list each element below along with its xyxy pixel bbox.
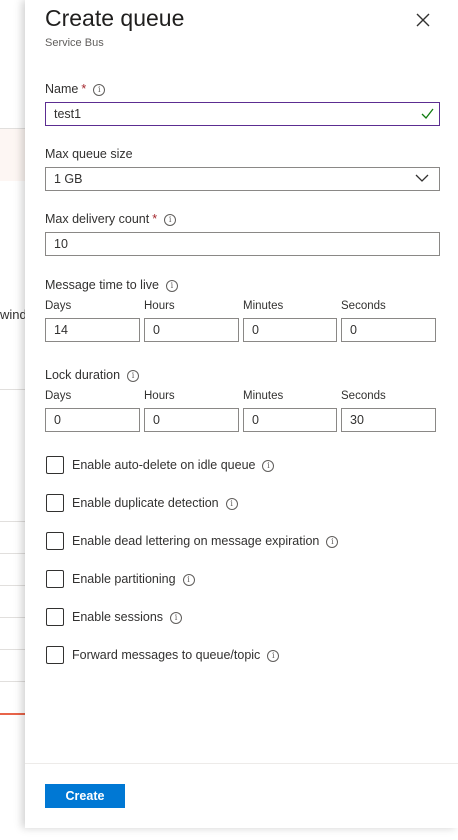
footer-divider	[25, 763, 458, 764]
partitioning-label: Enable partitioning i	[72, 572, 195, 586]
auto-delete-label-text: Enable auto-delete on idle queue	[72, 458, 256, 472]
checkmark-icon	[421, 108, 434, 119]
background-divider	[0, 681, 25, 682]
background-text: winde	[0, 307, 25, 322]
background-divider	[0, 585, 25, 586]
name-label: Name * i	[45, 82, 106, 96]
chevron-down-icon	[415, 174, 429, 182]
create-button[interactable]: Create	[45, 784, 125, 808]
info-icon[interactable]: i	[170, 612, 183, 624]
sessions-label-text: Enable sessions	[72, 610, 164, 624]
forward-messages-checkbox[interactable]	[46, 646, 64, 664]
max-queue-size-value: 1 GB	[54, 172, 83, 186]
lock-seconds-label: Seconds	[341, 390, 386, 402]
panel-subtitle: Service Bus	[45, 37, 104, 49]
dead-lettering-label: Enable dead lettering on message expirat…	[72, 534, 339, 548]
name-input[interactable]: test1	[45, 102, 440, 126]
ttl-seconds-input[interactable]: 0	[341, 318, 436, 342]
lock-hours-label: Hours	[144, 390, 175, 402]
auto-delete-label: Enable auto-delete on idle queue i	[72, 458, 275, 472]
max-delivery-count-label-text: Max delivery count	[45, 212, 150, 226]
ttl-seconds-label: Seconds	[341, 300, 386, 312]
ttl-minutes-label: Minutes	[243, 300, 284, 312]
background-page: winde	[0, 0, 25, 840]
sessions-label: Enable sessions i	[72, 610, 183, 624]
info-icon[interactable]: i	[127, 370, 140, 382]
ttl-minutes-input[interactable]: 0	[243, 318, 337, 342]
background-divider	[0, 553, 25, 554]
lock-hours-input[interactable]: 0	[144, 408, 239, 432]
info-icon[interactable]: i	[225, 498, 238, 510]
info-icon[interactable]: i	[165, 280, 178, 292]
lock-days-label: Days	[45, 390, 72, 402]
partitioning-label-text: Enable partitioning	[72, 572, 176, 586]
info-icon[interactable]: i	[182, 574, 195, 586]
background-banner	[0, 128, 25, 181]
max-queue-size-label: Max queue size	[45, 147, 133, 161]
lock-duration-label-text: Lock duration	[45, 368, 121, 382]
required-asterisk: *	[152, 212, 158, 226]
info-icon[interactable]: i	[262, 460, 275, 472]
lock-minutes-input[interactable]: 0	[243, 408, 337, 432]
name-input-value: test1	[54, 107, 82, 121]
max-delivery-count-value: 10	[54, 237, 68, 251]
lock-days-input[interactable]: 0	[45, 408, 140, 432]
info-icon[interactable]: i	[267, 650, 280, 662]
info-icon[interactable]: i	[326, 536, 339, 548]
duplicate-detection-label: Enable duplicate detection i	[72, 496, 238, 510]
duplicate-detection-checkbox[interactable]	[46, 494, 64, 512]
forward-messages-label: Forward messages to queue/topic i	[72, 648, 280, 662]
ttl-hours-label: Hours	[144, 300, 175, 312]
close-icon[interactable]	[413, 10, 433, 30]
background-accent-line	[0, 713, 25, 715]
panel-title: Create queue	[45, 5, 185, 31]
dead-lettering-label-text: Enable dead lettering on message expirat…	[72, 534, 320, 548]
sessions-checkbox[interactable]	[46, 608, 64, 626]
lock-minutes-label: Minutes	[243, 390, 284, 402]
auto-delete-checkbox[interactable]	[46, 456, 64, 474]
max-queue-size-dropdown[interactable]: 1 GB	[45, 167, 440, 191]
lock-duration-label: Lock duration i	[45, 368, 140, 382]
partitioning-checkbox[interactable]	[46, 570, 64, 588]
ttl-days-label: Days	[45, 300, 72, 312]
message-ttl-label: Message time to live i	[45, 278, 178, 292]
duplicate-detection-label-text: Enable duplicate detection	[72, 496, 219, 510]
dead-lettering-checkbox[interactable]	[46, 532, 64, 550]
ttl-days-input[interactable]: 14	[45, 318, 140, 342]
ttl-hours-input[interactable]: 0	[144, 318, 239, 342]
background-divider	[0, 649, 25, 650]
lock-seconds-input[interactable]: 30	[341, 408, 436, 432]
message-ttl-label-text: Message time to live	[45, 278, 159, 292]
max-delivery-count-label: Max delivery count * i	[45, 212, 177, 226]
required-asterisk: *	[81, 82, 87, 96]
create-queue-panel: Create queue Service Bus Name * i test1 Ma…	[25, 0, 458, 828]
name-label-text: Name	[45, 82, 79, 96]
info-icon[interactable]: i	[164, 214, 177, 226]
background-divider	[0, 617, 25, 618]
background-divider	[0, 521, 25, 522]
info-icon[interactable]: i	[93, 84, 106, 96]
max-delivery-count-input[interactable]: 10	[45, 232, 440, 256]
background-divider	[0, 389, 25, 390]
forward-messages-label-text: Forward messages to queue/topic	[72, 648, 261, 662]
